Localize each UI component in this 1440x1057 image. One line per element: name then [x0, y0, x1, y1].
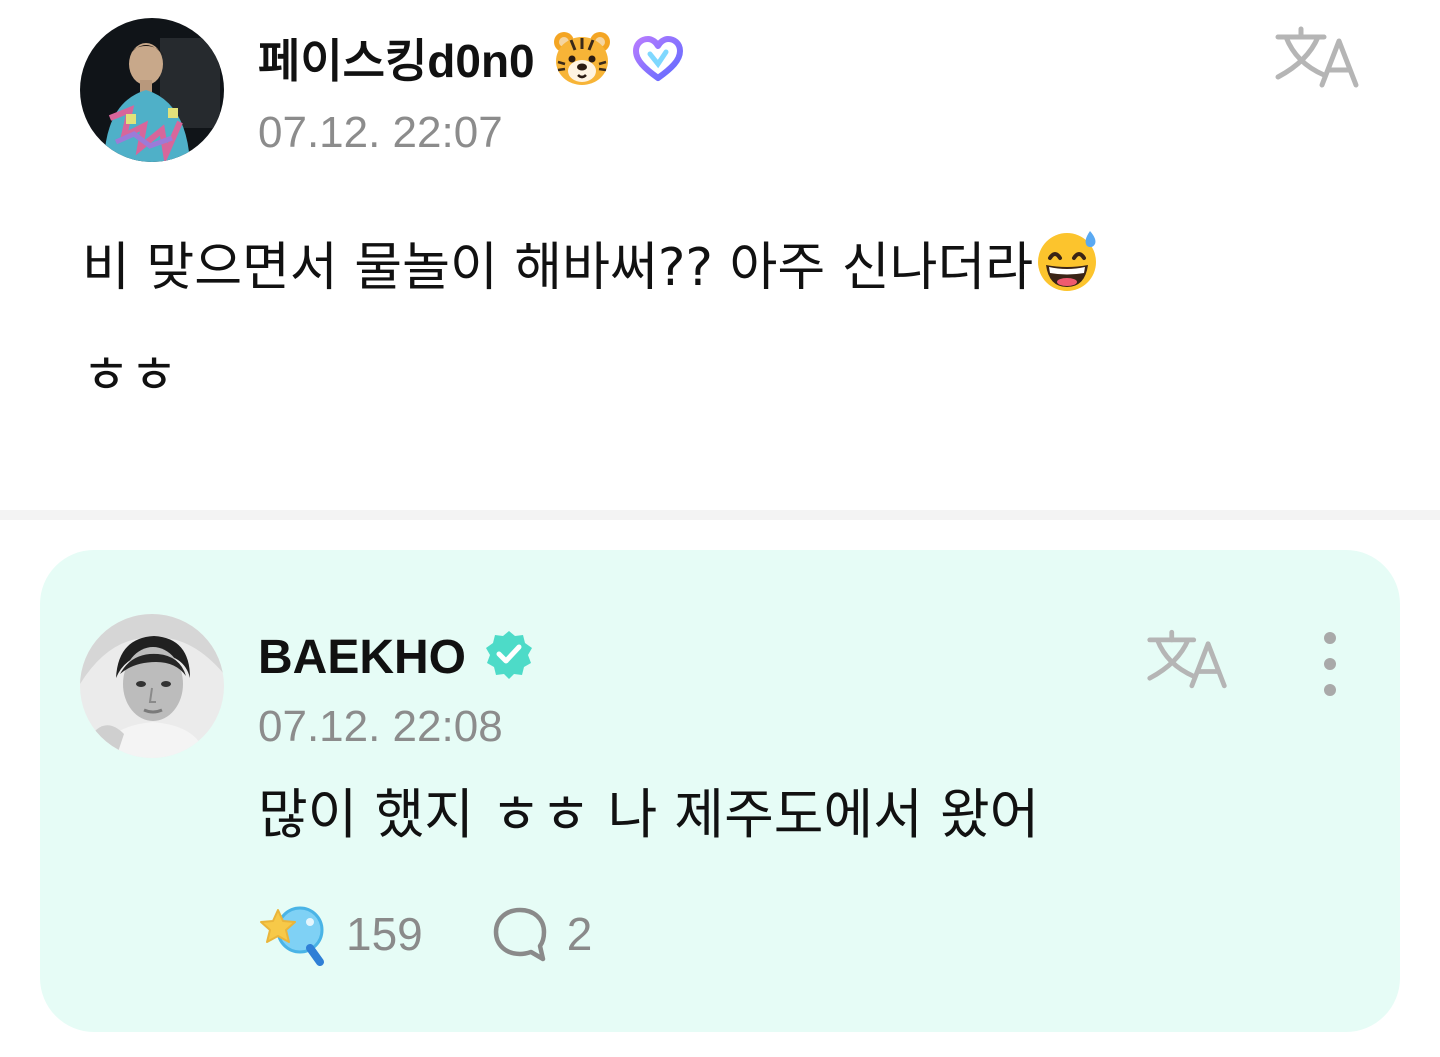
artist-reply-card: BAEKHO 07.12. 22:08 많이 했지 ㅎㅎ 나 제주도에서 왔어 … — [40, 550, 1400, 1032]
section-divider — [0, 510, 1440, 520]
artist-username[interactable]: BAEKHO — [258, 628, 535, 693]
membership-heart-icon — [630, 34, 686, 96]
more-options-button[interactable] — [1304, 626, 1354, 702]
like-count: 159 — [346, 908, 423, 960]
like-button[interactable]: 159 — [258, 902, 423, 966]
comment-button[interactable]: 2 — [491, 905, 593, 963]
comment-count: 2 — [566, 908, 593, 960]
grinning-face-with-sweat-icon — [1035, 226, 1101, 326]
fan-translate-button[interactable] — [1270, 22, 1366, 94]
translate-icon — [1275, 26, 1359, 88]
tiger-face-icon — [551, 30, 613, 100]
verified-badge-icon — [483, 628, 535, 693]
more-vertical-icon — [1324, 632, 1336, 696]
artist-avatar[interactable] — [80, 614, 224, 758]
artist-name-text: BAEKHO — [258, 631, 467, 685]
artist-reply-body: 많이 했지 ㅎㅎ 나 제주도에서 왔어 — [258, 783, 1040, 846]
artist-translate-button[interactable] — [1140, 624, 1236, 696]
reply-stats: 159 2 — [258, 896, 592, 972]
fan-username[interactable]: 페이스킹d0n0 — [258, 30, 686, 100]
fan-avatar[interactable] — [80, 18, 224, 162]
artist-post-page: 페이스킹d0n0 07.12. 22:07 비 맞으면서 물놀이 해바써?? 아… — [0, 0, 1440, 1057]
fan-post-body: 비 맞으면서 물놀이 해바써?? 아주 신나더라 ㅎㅎ — [82, 218, 1362, 426]
fan-name-text: 페이스킹d0n0 — [258, 35, 535, 88]
fan-post-timestamp: 07.12. 22:07 — [258, 108, 503, 157]
fan-post: 페이스킹d0n0 07.12. 22:07 비 맞으면서 물놀이 해바써?? 아… — [0, 0, 1440, 512]
artist-reply-timestamp: 07.12. 22:08 — [258, 702, 503, 751]
translate-icon — [1147, 629, 1227, 689]
post-body-line: 비 맞으면서 물놀이 해바써?? 아주 신나더라 — [82, 218, 1362, 326]
post-body-line-2: ㅎㅎ — [82, 346, 178, 406]
lightstick-star-icon — [260, 906, 324, 966]
comment-bubble-icon — [493, 907, 546, 962]
post-body-line-1: 비 맞으면서 물놀이 해바써?? 아주 신나더라 — [82, 238, 1034, 298]
